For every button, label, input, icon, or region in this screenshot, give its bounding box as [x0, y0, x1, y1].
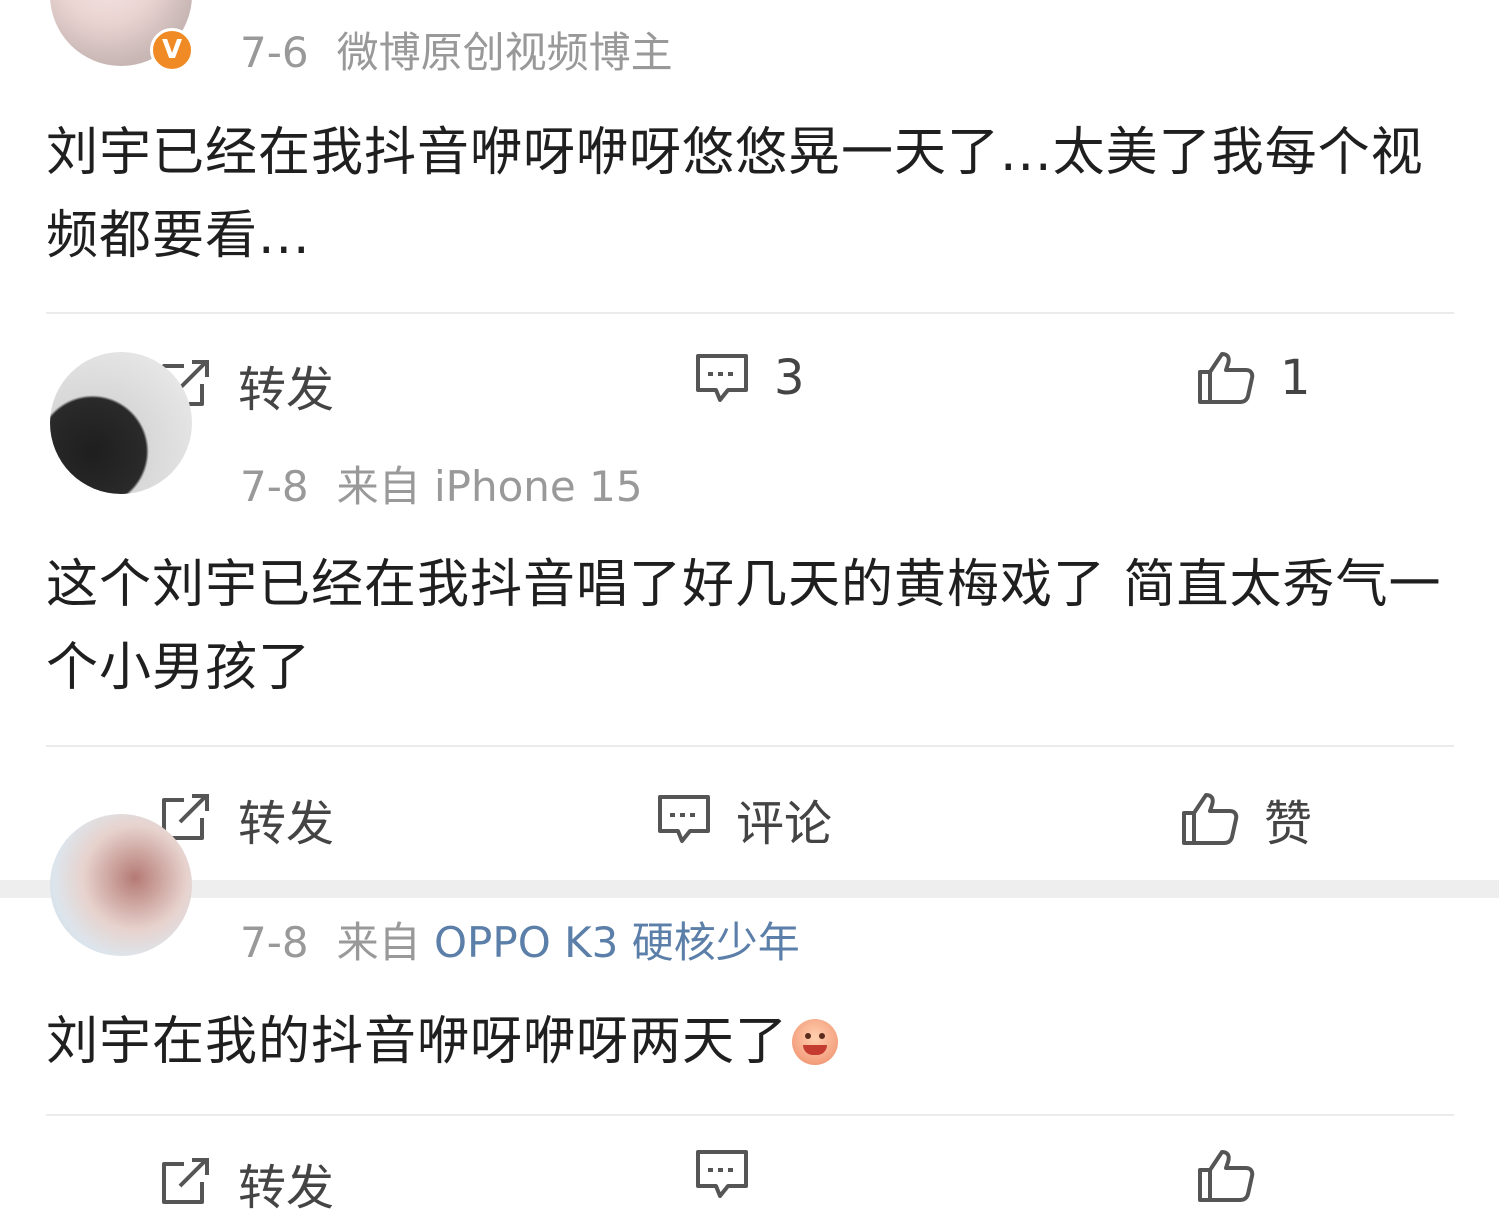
- post-source-link[interactable]: OPPO K3 硬核少年: [434, 918, 800, 967]
- like-button[interactable]: 赞: [1180, 784, 1312, 854]
- comment-label: 评论: [736, 796, 833, 852]
- weibo-comment-card: 7-8 来自 iPhone 15 这个刘宇已经在我抖音唱了好几天的黄梅戏了 简直太…: [0, 352, 1499, 880]
- post-time: 7-6: [240, 28, 309, 77]
- comment-button[interactable]: 评论: [656, 784, 832, 854]
- comment-bubble-icon: [658, 795, 710, 843]
- like-button[interactable]: [1196, 1148, 1280, 1204]
- divider: [46, 745, 1454, 747]
- avatar[interactable]: [50, 352, 192, 494]
- source-prefix: 来自: [336, 462, 421, 511]
- repost-label: 转发: [238, 362, 335, 418]
- verified-badge: V: [150, 28, 194, 72]
- post-content: 刘宇在我的抖音咿呀咿呀两天了: [46, 1012, 789, 1072]
- post-meta: 7-6 微博原创视频博主: [240, 28, 673, 78]
- avatar[interactable]: [50, 814, 192, 956]
- comment-bubble-icon: [696, 354, 748, 402]
- thumbs-up-icon: [1198, 352, 1255, 404]
- laughing-emoji-icon: [792, 1019, 839, 1065]
- post-meta: 7-8 来自 OPPO K3 硬核少年: [240, 918, 800, 968]
- weibo-comment-card: 7-8 来自 OPPO K3 硬核少年 刘宇在我的抖音咿呀咿呀两天了 转发: [0, 814, 1499, 1216]
- post-time: 7-8: [240, 918, 309, 967]
- comment-count: 3: [774, 350, 805, 406]
- like-button[interactable]: 1: [1196, 350, 1311, 406]
- repost-label: 转发: [238, 1160, 335, 1216]
- like-count: 1: [1280, 350, 1311, 406]
- share-edit-icon: [162, 1158, 209, 1204]
- post-content-wrapper: 刘宇在我的抖音咿呀咿呀两天了: [46, 1001, 1456, 1084]
- post-content: 这个刘宇已经在我抖音唱了好几天的黄梅戏了 简直太秀气一个小男孩了: [46, 555, 1442, 698]
- divider: [46, 312, 1454, 314]
- repost-button[interactable]: 转发: [158, 784, 334, 854]
- thumbs-up-icon: [1198, 1150, 1255, 1202]
- comment-bubble-icon: [696, 1150, 748, 1198]
- post-source: iPhone 15: [433, 462, 643, 511]
- like-label: 赞: [1264, 796, 1313, 852]
- post-meta: 7-8 来自 iPhone 15: [240, 462, 643, 512]
- section-separator: [0, 880, 1499, 898]
- post-content: 刘宇已经在我抖音咿呀咿呀悠悠晃一天了...太美了我每个视频都要看...: [46, 123, 1424, 266]
- source-prefix: 来自: [336, 918, 421, 967]
- thumbs-up-icon: [1182, 793, 1239, 845]
- post-time: 7-8: [240, 462, 309, 511]
- comment-button[interactable]: 3: [694, 350, 805, 406]
- repost-button[interactable]: 转发: [158, 1148, 334, 1218]
- comment-button[interactable]: [694, 1148, 774, 1200]
- weibo-comment-card: V 7-6 微博原创视频博主 刘宇已经在我抖音咿呀咿呀悠悠晃一天了...太美了我每…: [0, 0, 1499, 432]
- post-source: 微博原创视频博主: [336, 28, 673, 77]
- divider: [46, 1114, 1454, 1116]
- repost-label: 转发: [238, 796, 335, 852]
